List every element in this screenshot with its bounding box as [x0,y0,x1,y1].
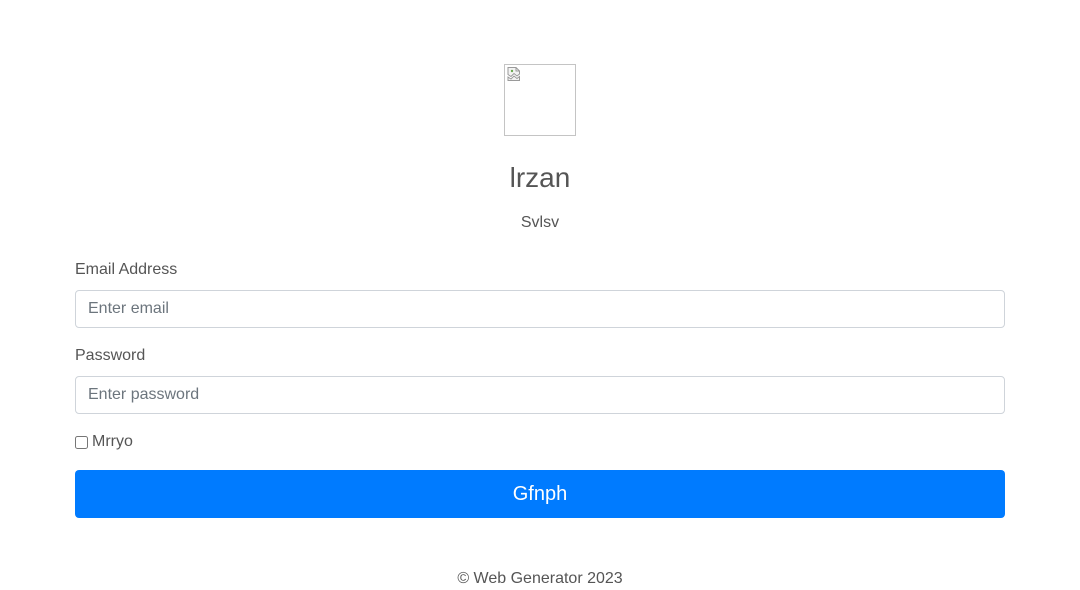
remember-label[interactable]: Mrryo [92,430,133,454]
broken-image-icon [507,67,520,81]
email-field[interactable] [75,290,1005,328]
password-field[interactable] [75,376,1005,414]
logo-image [504,64,576,136]
remember-checkbox[interactable] [75,435,88,449]
submit-button[interactable]: Gfnph [75,470,1005,518]
page-subtitle: Svlsv [520,214,560,231]
login-page: lrzan Svlsv Email Address Password Mrryo… [0,0,1080,590]
email-group: Email Address [75,258,1005,328]
remember-row: Mrryo [75,430,133,454]
email-label: Email Address [75,261,178,278]
password-label: Password [75,347,146,364]
footer-copyright: © Web Generator 2023 [457,570,623,587]
page-title: lrzan [509,162,571,193]
password-group: Password [75,344,1005,414]
